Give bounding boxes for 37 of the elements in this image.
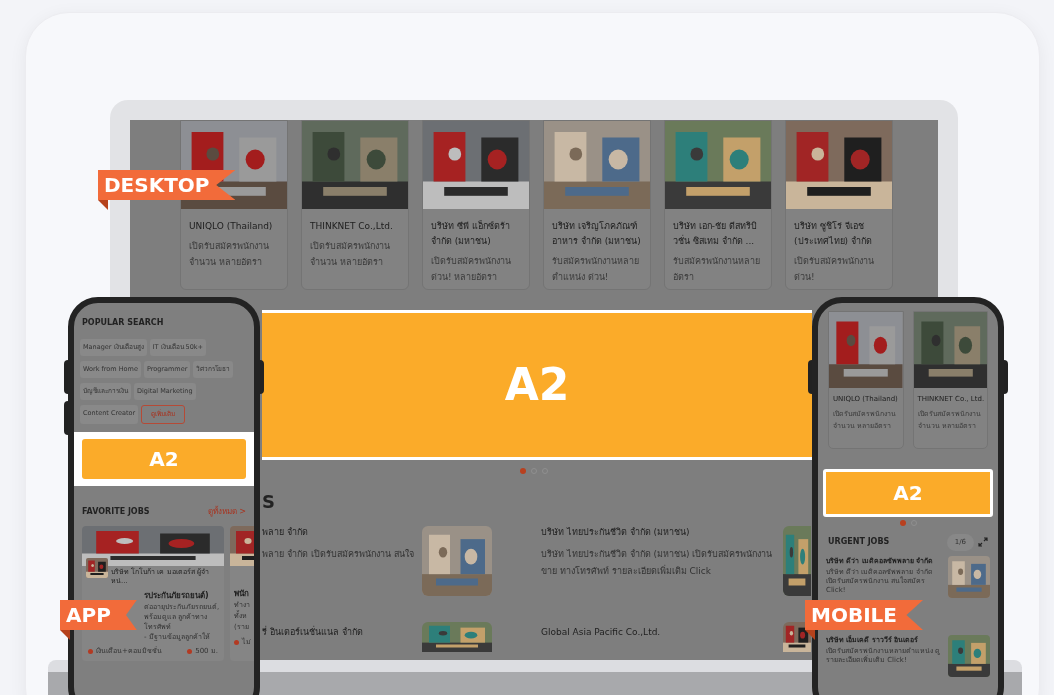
pin-icon: [187, 648, 193, 654]
job-title: พนัก: [233, 588, 250, 600]
company-description: เปิดรับสมัครพนักงาน ด่วน!: [794, 255, 875, 284]
company-name: บริษัท เจริญโภคภัณฑ์อาหาร จำกัด (มหาชน): [552, 220, 642, 248]
section-title: POPULAR SEARCH: [81, 317, 165, 329]
job-description: พลาย จำกัด เปิดรับสมัครพนักงาน สนใจ: [262, 547, 414, 561]
ribbon-label: MOBILE: [805, 600, 923, 630]
pin-icon: [88, 648, 93, 654]
section-title: S: [262, 492, 275, 512]
company-name: THINKNET Co.,Ltd.: [310, 220, 394, 233]
company-name: UNIQLO (Thailand): [189, 220, 274, 233]
job-title[interactable]: Global Asia Pacific Co.,Ltd.: [541, 627, 661, 637]
section-title: URGENT JOBS: [828, 536, 890, 549]
company-name: บริษัท ซูชิโร่ จีเอช (ประเทศไทย) จำกัด: [794, 220, 873, 248]
job-description: บริษัท ไทยประกันชีวิต จำกัด (มหาชน) เปิดรับสมัครพนักงานขาย ทางโทรศัพท์ รายละเอียดเพิ่มเติม Click: [541, 547, 774, 578]
ribbon-label: APP: [60, 600, 137, 630]
ribbon-fold-icon: [805, 630, 815, 640]
job-title[interactable]: รี่ อินเตอร์เนชั่นแนล จำกัด: [262, 627, 363, 637]
company-name: บริษัท เอก-ชัย ดีสทริบิวชั่น ซิสเทม จำกัด ...: [673, 220, 758, 248]
job-title[interactable]: บริษัท ไทยประกันชีวิต จำกัด (มหาชน): [541, 526, 775, 540]
job-title[interactable]: พลาย จำกัด: [262, 526, 414, 540]
company-description: รับสมัครพนักงานหลายตำแหน่ง ด่วน!: [552, 255, 640, 284]
ribbon-label: DESKTOP: [98, 170, 236, 200]
company-card[interactable]: บริษัท เจริญโภคภัณฑ์อาหาร จำกัด (มหาชน) รับสมัครพนักงานหลายตำแหน่ง ด่วน!: [543, 120, 651, 290]
company-description: เปิดรับสมัครพนักงาน จำนวน หลายอัตรา: [310, 240, 391, 269]
company-card[interactable]: บริษัท เอก-ชัย ดีสทริบิวชั่น ซิสเทม จำกัด ... รับสมัครพนักงานหลายอัตรา: [664, 120, 772, 290]
company-description: เปิดรับสมัครพนักงาน จำนวน หลายอัตรา: [189, 240, 270, 269]
pin-icon: [234, 639, 239, 645]
company-name: บริษัท ซีพี แอ็กซ์ตร้า จำกัด (มหาชน): [431, 219, 511, 248]
company-card[interactable]: THINKNET Co.,Ltd. เปิดรับสมัครพนักงาน จำนวน หลายอัตรา: [301, 120, 409, 290]
company-description: เปิดรับสมัครพนักงาน ด่วน! หลายอัตรา: [431, 255, 512, 284]
expand-icon[interactable]: [978, 537, 988, 548]
job-title: รประกันภัยรถยนต์): [143, 589, 210, 602]
company-description: รับสมัครพนักงานหลายอัตรา: [673, 255, 761, 284]
company-card[interactable]: บริษัท ซีพี แอ็กซ์ตร้า จำกัด (มหาชน) เปิดรับสมัครพนักงาน ด่วน! หลายอัตรา: [422, 120, 530, 290]
section-title: FAVORITE JOBS: [82, 506, 150, 518]
company-card[interactable]: บริษัท ซูชิโร่ จีเอช (ประเทศไทย) จำกัด เปิดรับสมัครพนักงาน ด่วน!: [785, 120, 893, 290]
